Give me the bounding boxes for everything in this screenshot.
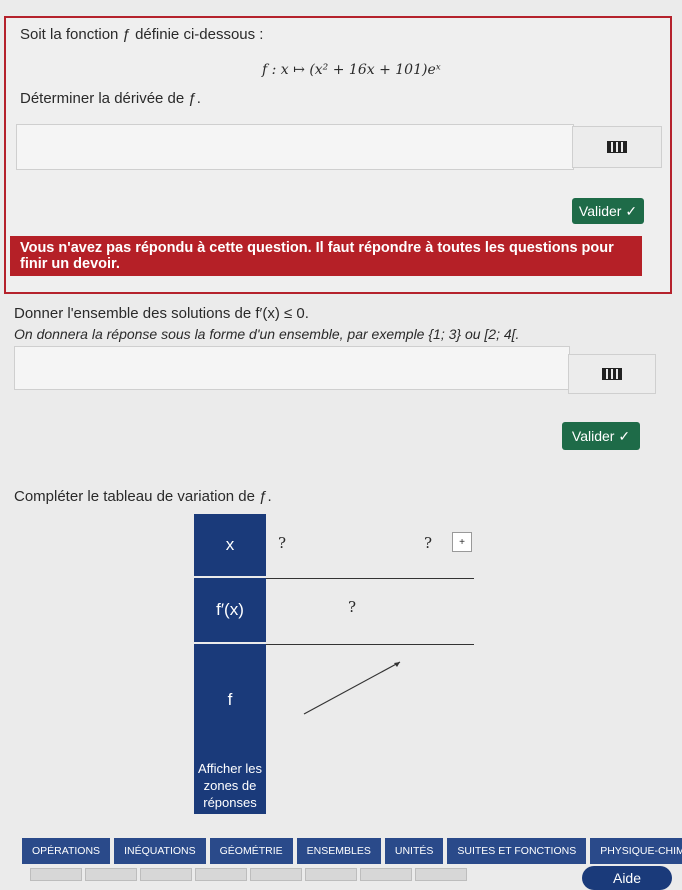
key[interactable]	[250, 868, 302, 881]
table-divider-2	[266, 644, 474, 645]
q2-validate-button[interactable]: Valider ✓	[562, 422, 640, 450]
q1-intro: Soit la fonction ƒ définie ci-dessous :	[20, 26, 264, 43]
key[interactable]	[85, 868, 137, 881]
q2-answer-input[interactable]	[14, 346, 570, 390]
q1-answer-input[interactable]	[16, 124, 574, 170]
keyboard-icon	[607, 141, 627, 153]
q2-hint: On donnera la réponse sous la forme d'un…	[14, 326, 520, 342]
key[interactable]	[140, 868, 192, 881]
x-left-value[interactable]: ?	[278, 534, 286, 552]
key[interactable]	[415, 868, 467, 881]
q1-keyboard-button[interactable]	[572, 126, 662, 168]
menu-geometrie[interactable]: GÉOMÉTRIE	[209, 838, 293, 864]
key[interactable]	[360, 868, 412, 881]
table-fprime-header: f′(x)	[194, 578, 266, 642]
show-answers-button[interactable]: Afficher les zones de réponses	[194, 756, 266, 814]
table-divider-1	[266, 578, 474, 579]
key[interactable]	[30, 868, 82, 881]
keyboard-row	[0, 868, 580, 881]
q3-task: Compléter le tableau de variation de ƒ.	[14, 488, 272, 505]
menu-suites-fonctions[interactable]: SUITES ET FONCTIONS	[447, 838, 587, 864]
menu-inequations[interactable]: INÉQUATIONS	[114, 838, 206, 864]
fprime-value[interactable]: ?	[348, 598, 356, 616]
menu-ensembles[interactable]: ENSEMBLES	[296, 838, 381, 864]
error-banner: Vous n'avez pas répondu à cette question…	[10, 236, 642, 276]
q2-task: Donner l'ensemble des solutions de f′(x)…	[14, 305, 309, 322]
q1-validate-button[interactable]: Valider ✓	[572, 198, 644, 224]
menu-operations[interactable]: OPÉRATIONS	[22, 838, 111, 864]
q1-formula: f : x ↦ (x² + 16x + 101)eˣ	[262, 62, 441, 78]
q2-keyboard-button[interactable]	[568, 354, 656, 394]
category-menu: OPÉRATIONS INÉQUATIONS GÉOMÉTRIE ENSEMBL…	[22, 838, 682, 864]
x-right-value[interactable]: ?	[424, 534, 432, 552]
add-column-button[interactable]: +	[452, 532, 472, 552]
key[interactable]	[195, 868, 247, 881]
variation-arrow[interactable]	[300, 656, 410, 718]
q1-task: Déterminer la dérivée de ƒ.	[20, 90, 201, 107]
help-button[interactable]: Aide	[582, 866, 672, 890]
menu-unites[interactable]: UNITÉS	[384, 838, 444, 864]
key[interactable]	[305, 868, 357, 881]
table-x-header: x	[194, 514, 266, 576]
table-f-header: f	[194, 644, 266, 756]
menu-physique-chimie[interactable]: PHYSIQUE-CHIMIE	[590, 838, 682, 864]
keyboard-icon	[602, 368, 622, 380]
